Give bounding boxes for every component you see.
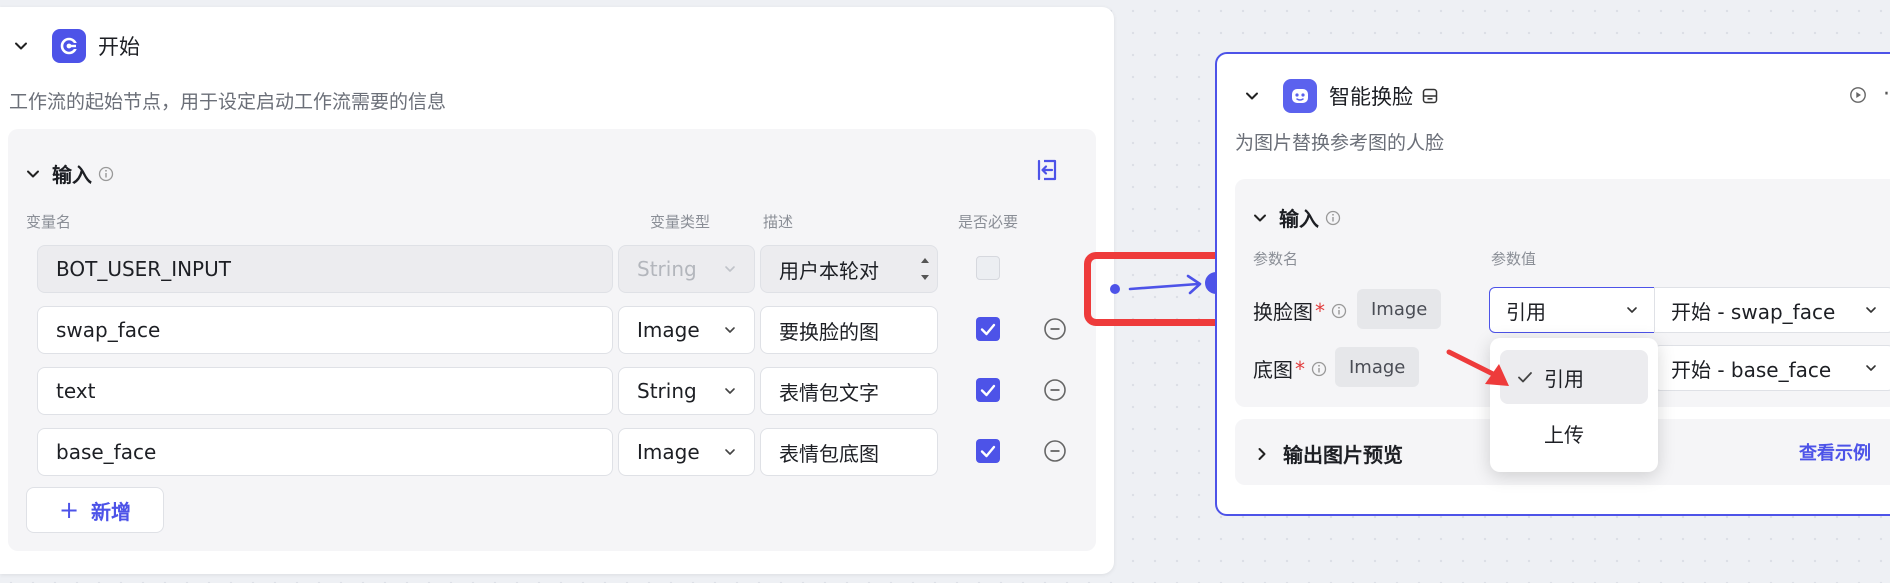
more-options-icon[interactable]: ···	[1883, 82, 1890, 107]
param-name-label: 参数名	[1253, 250, 1299, 268]
variable-row: text String 表情包文字	[8, 367, 1096, 415]
chevron-down-icon[interactable]	[26, 167, 40, 181]
variable-row: BOT_USER_INPUT String 用户本轮对	[8, 245, 1096, 293]
value-mode-select[interactable]: 引用	[1489, 287, 1655, 333]
column-label-desc: 描述	[763, 213, 794, 231]
variable-type-value: Image	[637, 318, 700, 342]
start-inputs-panel: 输入 变量名 变量类型 描述 是否必要 BOT_USER_INPUT Strin…	[8, 129, 1096, 551]
start-node-title: 开始	[98, 35, 140, 59]
start-node-description: 工作流的起始节点，用于设定启动工作流需要的信息	[9, 91, 447, 113]
output-section-header[interactable]: 输出图片预览	[1255, 439, 1403, 468]
reference-value-select[interactable]: 开始 - base_face	[1654, 345, 1890, 391]
start-node[interactable]: 开始 工作流的起始节点，用于设定启动工作流需要的信息 输入 变量名 变量类型 描…	[0, 7, 1114, 574]
variable-type-select[interactable]: Image	[618, 428, 755, 476]
inputs-title: 输入	[1279, 207, 1319, 231]
minus-circle-icon[interactable]	[1043, 317, 1067, 341]
chevron-down-icon	[724, 263, 736, 275]
column-label-name: 变量名	[26, 213, 72, 231]
param-name-text: 换脸图	[1253, 300, 1313, 324]
face-swap-node-header: 智能换脸	[1245, 79, 1439, 113]
required-mark: *	[1295, 356, 1305, 381]
variable-desc-value: 用户本轮对	[779, 258, 879, 283]
start-node-icon	[52, 29, 86, 63]
chevron-down-icon	[724, 324, 736, 336]
minus-circle-icon[interactable]	[1043, 378, 1067, 402]
variable-name-input[interactable]: text	[37, 367, 613, 415]
chevron-down-icon	[1865, 362, 1877, 374]
chevron-down-icon	[724, 385, 736, 397]
play-icon[interactable]	[1849, 86, 1867, 104]
check-icon	[980, 323, 996, 336]
required-checkbox	[976, 256, 1000, 280]
add-variable-button[interactable]: + 新增	[26, 487, 164, 533]
required-checkbox[interactable]	[976, 317, 1000, 341]
variable-name-input[interactable]: swap_face	[37, 306, 613, 354]
param-type-tag: Image	[1357, 289, 1442, 329]
value-mode-text: 引用	[1506, 299, 1546, 324]
reference-value-text: 开始 - base_face	[1671, 357, 1832, 382]
param-name: 底图 *	[1253, 354, 1327, 383]
face-swap-node-description: 为图片替换参考图的人脸	[1235, 132, 1445, 154]
check-icon	[980, 384, 996, 397]
variable-name-input[interactable]: base_face	[37, 428, 613, 476]
check-icon	[980, 445, 996, 458]
minus-circle-icon[interactable]	[1043, 439, 1067, 463]
chevron-down-icon[interactable]	[14, 39, 28, 53]
collapse-panel-icon[interactable]	[1034, 157, 1060, 183]
storage-icon[interactable]	[1421, 87, 1439, 105]
plus-icon: +	[58, 496, 80, 524]
face-swap-node-title: 智能换脸	[1329, 85, 1413, 109]
required-checkbox[interactable]	[976, 378, 1000, 402]
chevron-down-icon	[1865, 304, 1877, 316]
variable-type-value: String	[637, 379, 697, 403]
view-example-link[interactable]: 查看示例	[1799, 439, 1871, 465]
chevron-down-icon[interactable]	[1253, 211, 1267, 225]
reference-value-select[interactable]: 开始 - swap_face	[1654, 287, 1890, 333]
required-checkbox[interactable]	[976, 439, 1000, 463]
info-icon[interactable]	[1331, 303, 1347, 319]
dropdown-option-label: 上传	[1544, 422, 1584, 447]
chevron-right-icon[interactable]	[1255, 447, 1269, 461]
variable-type-value: String	[637, 257, 697, 281]
param-row: 换脸图 * Image 引用 开始 - swap_face	[1235, 287, 1890, 333]
dropdown-option-upload[interactable]: 上传	[1500, 406, 1648, 460]
variable-desc-input[interactable]: 用户本轮对	[760, 245, 938, 293]
variable-row: base_face Image 表情包底图	[8, 428, 1096, 476]
variable-type-select[interactable]: Image	[618, 306, 755, 354]
annotation-arrow-icon	[1446, 349, 1509, 386]
info-icon[interactable]	[98, 166, 114, 182]
reference-value-text: 开始 - swap_face	[1671, 299, 1836, 324]
param-type-tag: Image	[1335, 347, 1420, 387]
variable-type-value: Image	[637, 440, 700, 464]
start-node-header: 开始	[14, 29, 140, 63]
chevron-down-icon	[1626, 304, 1638, 316]
param-name-text: 底图	[1253, 358, 1293, 382]
variable-desc-input[interactable]: 表情包底图	[760, 428, 938, 476]
info-icon[interactable]	[1311, 361, 1327, 377]
scroll-arrows-icon[interactable]	[919, 254, 931, 284]
info-icon[interactable]	[1325, 210, 1341, 226]
variable-type-select[interactable]: String	[618, 367, 755, 415]
variable-desc-input[interactable]: 要换脸的图	[760, 306, 938, 354]
variable-type-select: String	[618, 245, 755, 293]
node-actions: ···	[1849, 82, 1890, 107]
column-label-required: 是否必要	[958, 213, 1019, 231]
robot-face-icon	[1283, 79, 1317, 113]
variable-name-input: BOT_USER_INPUT	[37, 245, 613, 293]
chevron-down-icon	[724, 446, 736, 458]
dropdown-option-label: 引用	[1544, 366, 1584, 391]
inputs-section-header[interactable]: 输入	[26, 159, 114, 188]
output-title: 输出图片预览	[1283, 443, 1403, 467]
column-label-type: 变量类型	[650, 213, 711, 231]
add-variable-label: 新增	[91, 499, 132, 524]
inputs-title: 输入	[52, 163, 92, 187]
param-value-label: 参数值	[1491, 250, 1537, 268]
variable-row: swap_face Image 要换脸的图	[8, 306, 1096, 354]
param-name: 换脸图 *	[1253, 296, 1347, 325]
inputs-section-header[interactable]: 输入	[1253, 203, 1341, 232]
required-mark: *	[1315, 298, 1325, 323]
variable-desc-input[interactable]: 表情包文字	[760, 367, 938, 415]
chevron-down-icon[interactable]	[1245, 89, 1259, 103]
